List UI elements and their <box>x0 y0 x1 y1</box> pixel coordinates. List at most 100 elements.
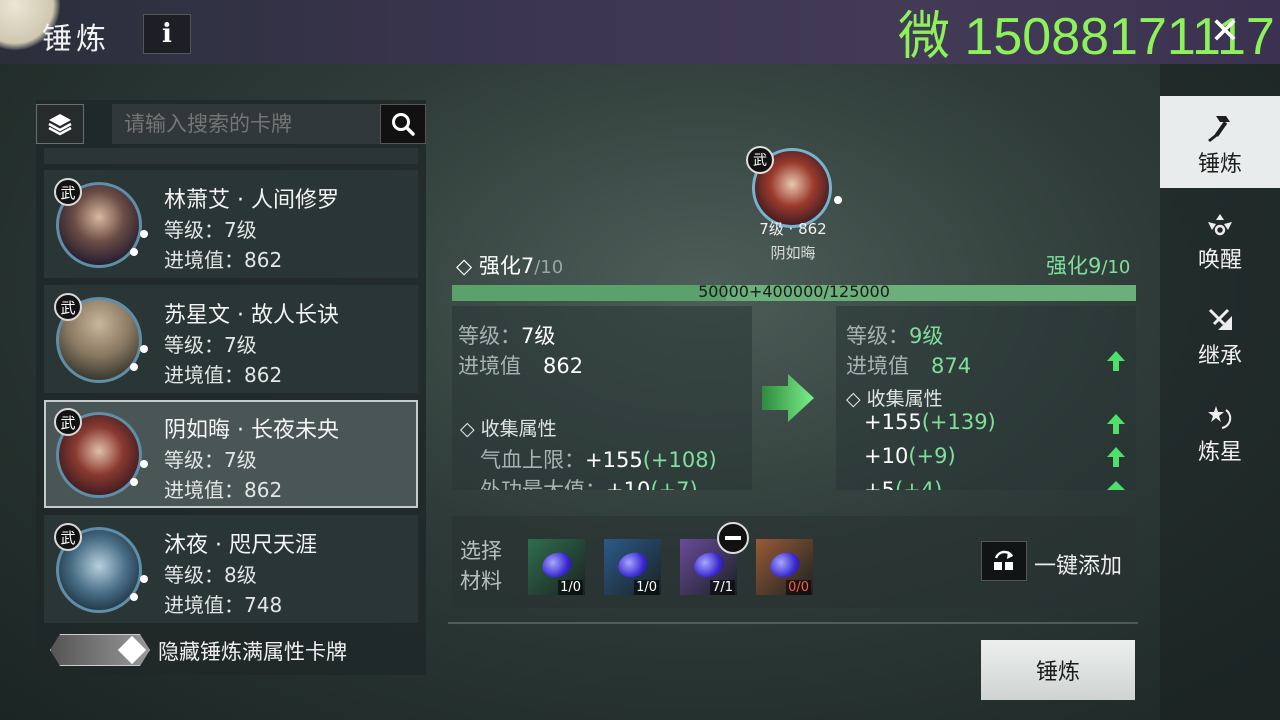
up-arrow-icon <box>1107 447 1125 467</box>
third-bonus: (+4) <box>894 478 943 490</box>
hp-value: +155 <box>864 410 922 434</box>
collect-attr-label: ◇ 收集属性 <box>460 418 557 440</box>
star-dot <box>140 345 148 353</box>
atk-label: 外功最大值： <box>480 478 606 490</box>
card-name: 林萧艾 · 人间修罗 <box>164 188 339 213</box>
target-exp-row: 进境值 874 <box>846 350 971 380</box>
target-level-row: 等级：9级 <box>846 320 943 350</box>
atk-value: +10 <box>606 478 651 490</box>
hero-name: 阴如晦 <box>770 244 816 262</box>
card-list-item[interactable]: 武 林萧艾 · 人间修罗 等级：7级 进境值：862 <box>44 170 418 278</box>
current-stats-panel: 等级：7级 进境值 862 ◇ 收集属性 气血上限：+155(+108) 外功最大… <box>452 306 752 490</box>
current-exp-row: 进境值 862 <box>458 350 583 380</box>
current-enhance-value: ◇ 强化7 <box>456 254 535 278</box>
card-exp: 进境值：748 <box>164 593 283 617</box>
atk-bonus: (+9) <box>908 444 956 468</box>
gem-icon <box>766 548 804 582</box>
star-dot <box>130 593 138 601</box>
nav-label: 锤炼 <box>1197 152 1242 177</box>
gem-icon <box>614 548 652 582</box>
upgrade-arrow-icon <box>762 374 814 422</box>
martial-badge: 武 <box>54 293 82 321</box>
auto-add-button[interactable] <box>981 541 1027 581</box>
target-stats-panel: 等级：9级 进境值 874 ◇ 收集属性 +155(+139) +10(+9) +… <box>836 306 1136 490</box>
atk-value: +10 <box>864 444 909 468</box>
martial-badge: 武 <box>54 178 82 206</box>
hp-stat-row: 气血上限：+155(+108) <box>480 444 717 474</box>
hammer-icon <box>1208 116 1230 142</box>
list-item-partial <box>44 148 418 164</box>
card-exp: 进境值：862 <box>164 478 283 502</box>
up-arrow-icon <box>1107 351 1125 371</box>
nav-item-inherit[interactable]: 继承 <box>1160 288 1280 380</box>
awaken-icon <box>1208 214 1232 236</box>
exp-progress-bar: 50000+400000/125000 <box>452 282 1136 301</box>
third-stat-row: +5(+4) <box>864 478 942 490</box>
current-level-row: 等级：7级 <box>458 320 555 350</box>
search-input[interactable] <box>112 104 380 144</box>
material-count: 0/0 <box>786 580 811 595</box>
auto-add-label[interactable]: 一键添加 <box>1034 548 1122 580</box>
search-button[interactable] <box>380 104 426 144</box>
star-dot <box>834 196 842 204</box>
hero-level-exp: 7级 · 862 <box>759 220 827 238</box>
atk-stat-row: 外功最大值：+10(+7) <box>480 474 698 490</box>
info-button[interactable]: i <box>143 14 191 54</box>
minus-icon <box>725 536 741 540</box>
target-enhance-level: 强化9/10 <box>1046 250 1130 280</box>
star-dot <box>130 248 138 256</box>
card-list-item[interactable]: 武 苏星文 · 故人长诀 等级：7级 进境值：862 <box>44 285 418 393</box>
nav-label: 炼星 <box>1197 440 1242 465</box>
card-list-item-selected[interactable]: 武 阴如晦 · 长夜未央 等级：7级 进境值：862 <box>44 400 418 508</box>
level-label: 等级： <box>458 324 521 348</box>
hp-bonus: (+108) <box>642 448 717 472</box>
remove-material-button[interactable] <box>717 522 749 554</box>
exp-label: 进境值 <box>458 354 521 378</box>
star-dot <box>140 575 148 583</box>
level-value: 9级 <box>909 324 944 348</box>
star-dot <box>130 363 138 371</box>
level-label: 等级： <box>846 324 909 348</box>
layers-icon <box>48 114 72 136</box>
up-arrow-icon <box>1107 481 1125 490</box>
material-count: 1/0 <box>634 580 659 595</box>
current-enhance-max: /10 <box>534 257 564 278</box>
hide-maxed-label: 隐藏锤炼满属性卡牌 <box>158 640 347 664</box>
hp-value: +155 <box>585 448 643 472</box>
nav-item-star-refine[interactable]: 炼星 <box>1160 384 1280 476</box>
card-level: 等级：8级 <box>164 563 257 587</box>
divider <box>448 622 1138 624</box>
nav-item-refine[interactable]: 锤炼 <box>1160 96 1280 188</box>
filter-layers-button[interactable] <box>36 104 84 144</box>
card-level: 等级：7级 <box>164 333 257 357</box>
search-icon <box>392 113 415 136</box>
exp-label: 进境值 <box>846 354 909 378</box>
hp-stat-row: +155(+139) <box>864 410 996 434</box>
star-dot <box>130 478 138 486</box>
card-list-item[interactable]: 武 沐夜 · 咫尺天涯 等级：8级 进境值：748 <box>44 515 418 623</box>
nav-label: 继承 <box>1197 344 1242 369</box>
collect-attr-label: ◇ 收集属性 <box>846 388 943 410</box>
hp-bonus: (+139) <box>921 410 996 434</box>
card-exp: 进境值：862 <box>164 363 283 387</box>
nav-item-awaken[interactable]: 唤醒 <box>1160 192 1280 284</box>
target-enhance-value: 强化9 <box>1046 254 1102 278</box>
gem-icon <box>690 548 728 582</box>
material-count: 7/1 <box>710 580 735 595</box>
material-slot[interactable]: 1/0 <box>528 539 585 595</box>
material-count: 1/0 <box>558 580 583 595</box>
martial-badge: 武 <box>54 408 82 436</box>
card-name: 阴如晦 · 长夜未央 <box>164 418 339 443</box>
atk-stat-row: +10(+9) <box>864 444 956 468</box>
nav-label: 唤醒 <box>1197 248 1242 273</box>
close-button[interactable]: ✕ <box>1205 12 1245 52</box>
gem-icon <box>538 548 576 582</box>
up-arrow-icon <box>1107 414 1125 434</box>
third-value: +5 <box>864 478 895 490</box>
material-slot[interactable]: 0/0 <box>756 539 813 595</box>
card-name: 沐夜 · 咫尺天涯 <box>164 533 317 558</box>
current-enhance-level: ◇ 强化7/10 <box>456 250 563 280</box>
materials-label: 选择材料 <box>460 539 502 593</box>
material-slot[interactable]: 1/0 <box>604 539 661 595</box>
refine-button[interactable]: 锤炼 <box>981 640 1135 700</box>
